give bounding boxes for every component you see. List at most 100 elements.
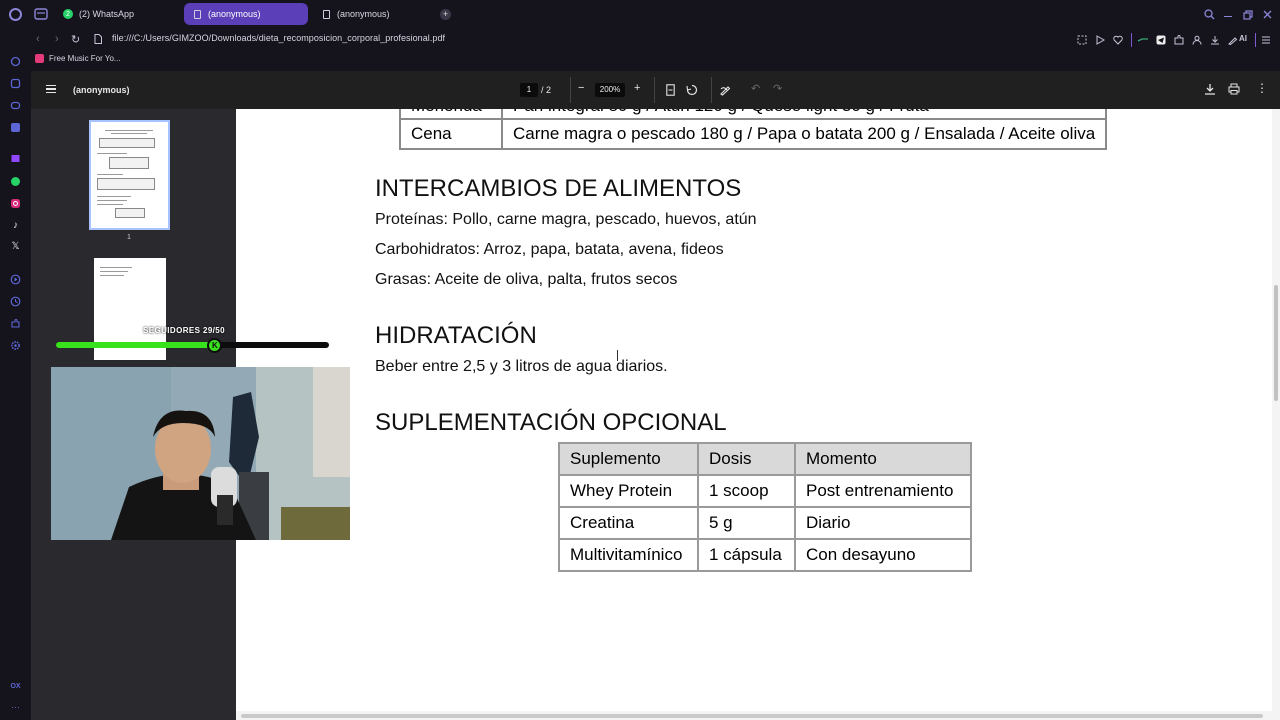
- section-title-supplements: SUPLEMENTACIÓN OPCIONAL: [375, 409, 727, 436]
- progress-fill: [56, 342, 215, 348]
- divider: [570, 77, 571, 103]
- sidebar-toggle-icon[interactable]: [46, 85, 56, 93]
- table-row: Cena Carne magra o pescado 180 g / Papa …: [399, 118, 1108, 150]
- divider: [1131, 33, 1132, 47]
- x-twitter-icon[interactable]: 𝕏: [10, 241, 21, 252]
- ox-label: OX: [10, 683, 21, 690]
- rotate-icon[interactable]: [686, 84, 698, 96]
- undo-icon[interactable]: ↶: [751, 82, 760, 95]
- snapshot-icon[interactable]: [1077, 35, 1087, 45]
- divider: [711, 77, 712, 103]
- extensions-icon[interactable]: [10, 318, 21, 329]
- workspaces-icon[interactable]: [34, 8, 48, 20]
- extensions-puzzle-icon[interactable]: [1174, 35, 1184, 45]
- fit-page-icon[interactable]: [666, 84, 675, 96]
- table-row: Merienda Pan integral 80 g / Atún 120 g …: [399, 109, 1108, 120]
- table-cell: Cena: [399, 118, 503, 150]
- browser-sidebar: ♪ 𝕏 OX ···: [0, 51, 31, 720]
- messenger-icon[interactable]: [10, 78, 21, 89]
- tiktok-icon[interactable]: ♪: [10, 220, 21, 231]
- thumbnail-page-1[interactable]: [89, 120, 170, 230]
- forward-icon[interactable]: ›: [55, 33, 59, 45]
- tab-anonymous[interactable]: (anonymous): [313, 3, 437, 25]
- ai-label[interactable]: AI: [1239, 34, 1247, 43]
- twitch-icon[interactable]: [10, 154, 21, 165]
- zoom-in-icon[interactable]: +: [634, 82, 640, 94]
- back-icon[interactable]: ‹: [36, 33, 40, 45]
- column-header: Dosis: [697, 442, 796, 476]
- aria-icon[interactable]: [10, 56, 21, 67]
- column-header: Momento: [794, 442, 972, 476]
- minimize-icon[interactable]: [1224, 16, 1232, 18]
- more-icon[interactable]: ···: [10, 701, 21, 712]
- zoom-level-input[interactable]: 200%: [595, 83, 625, 97]
- whatsapp-badge-icon: 2: [63, 9, 73, 19]
- restore-icon[interactable]: [1243, 10, 1253, 20]
- extension-icon[interactable]: [1137, 35, 1149, 45]
- heart-icon[interactable]: [1113, 35, 1123, 45]
- draw-icon[interactable]: [720, 84, 732, 96]
- download-pdf-icon[interactable]: [1204, 83, 1216, 96]
- document-icon: [321, 9, 331, 19]
- table-cell: Diario: [794, 506, 972, 540]
- whatsapp-icon[interactable]: [10, 176, 21, 187]
- table-cell: Con desayuno: [794, 538, 972, 572]
- page-total: / 2: [541, 85, 552, 95]
- horizontal-scrollbar[interactable]: [236, 711, 1272, 720]
- table-cell: Carne magra o pescado 180 g / Papa o bat…: [500, 118, 1108, 150]
- more-actions-icon[interactable]: ⋮: [1256, 81, 1268, 95]
- vertical-scrollbar[interactable]: [1272, 109, 1280, 720]
- tab-pdf-active[interactable]: (anonymous): [184, 3, 308, 25]
- profile-icon[interactable]: [1192, 35, 1202, 45]
- instagram-icon[interactable]: [10, 198, 21, 209]
- section-title-hydration: HIDRATACIÓN: [375, 322, 537, 349]
- table-header-row: Suplemento Dosis Momento: [558, 442, 972, 476]
- reload-icon[interactable]: ↻: [71, 33, 80, 46]
- m-app-icon[interactable]: [10, 122, 21, 133]
- table-cell: Creatina: [558, 506, 699, 540]
- table-row: Whey Protein 1 scoop Post entrenamiento: [558, 474, 972, 508]
- webcam-feed: [51, 367, 350, 540]
- settings-gear-icon[interactable]: [10, 340, 21, 351]
- supplements-table: Suplemento Dosis Momento Whey Protein 1 …: [558, 442, 972, 572]
- opera-logo-icon[interactable]: [9, 8, 22, 21]
- scrollbar-thumb[interactable]: [241, 714, 1263, 718]
- new-tab-button[interactable]: +: [440, 9, 451, 20]
- search-tabs-icon[interactable]: [1204, 9, 1215, 20]
- pdf-toolbar: (anonymous) 1 / 2 − 200% + ↶ ↷ ⋮: [31, 71, 1280, 109]
- followers-progress-bar: [56, 342, 329, 348]
- tab-label: (anonymous): [208, 9, 261, 19]
- scrollbar-thumb[interactable]: [1274, 285, 1278, 401]
- page-number-input[interactable]: 1: [520, 83, 538, 97]
- table-cell: 1 scoop: [697, 474, 796, 508]
- table-cell: 1 cápsula: [697, 538, 796, 572]
- table-row: Creatina 5 g Diario: [558, 506, 972, 540]
- close-icon[interactable]: [1263, 10, 1272, 19]
- url-field[interactable]: file:///C:/Users/GIMZOO/Downloads/dieta_…: [112, 33, 445, 43]
- bookmarks-bar: Free Music For Yo...: [0, 51, 1280, 71]
- history-icon[interactable]: [10, 296, 21, 307]
- divider: [654, 77, 655, 103]
- tab-label: (anonymous): [337, 9, 390, 19]
- telegram-icon[interactable]: [1156, 35, 1166, 45]
- exchange-line: Proteínas: Pollo, carne magra, pescado, …: [375, 211, 757, 228]
- ai-pen-icon[interactable]: [1228, 35, 1238, 45]
- meal-plan-table: Merienda Pan integral 80 g / Atún 120 g …: [399, 109, 1108, 150]
- player-icon[interactable]: [10, 274, 21, 285]
- divider: [1255, 33, 1256, 47]
- webcam-overlay: [51, 367, 350, 540]
- print-icon[interactable]: [1228, 83, 1240, 95]
- easy-setup-icon[interactable]: [1261, 35, 1271, 45]
- bookmark-free-music[interactable]: Free Music For Yo...: [35, 54, 121, 63]
- download-icon[interactable]: [1210, 35, 1220, 45]
- address-bar: ‹ › ↻ file:///C:/Users/GIMZOO/Downloads/…: [0, 29, 1280, 51]
- table-cell: 5 g: [697, 506, 796, 540]
- thumbnail-page-number: 1: [127, 234, 131, 241]
- bookmark-label: Free Music For Yo...: [49, 54, 121, 63]
- tab-whatsapp[interactable]: 2 (2) WhatsApp: [55, 3, 180, 25]
- table-cell: Merienda: [399, 109, 503, 120]
- redo-icon[interactable]: ↷: [773, 82, 782, 95]
- zoom-out-icon[interactable]: −: [578, 82, 584, 94]
- play-icon[interactable]: [1095, 35, 1105, 45]
- discord-icon[interactable]: [10, 100, 21, 111]
